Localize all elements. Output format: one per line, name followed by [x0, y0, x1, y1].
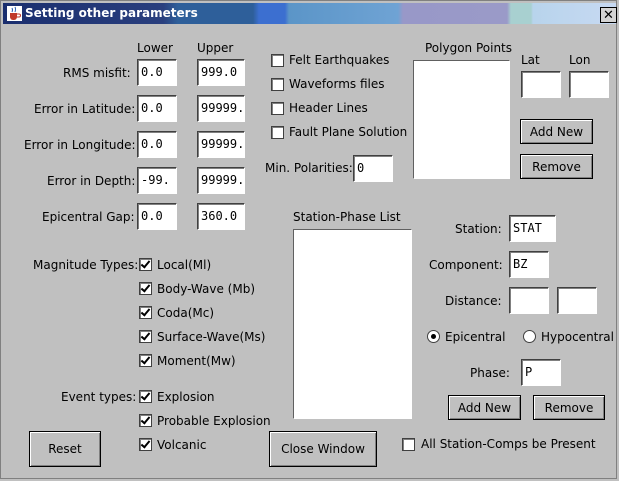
- polygon-remove-button[interactable]: Remove: [520, 154, 593, 179]
- settings-dialog: Setting other parameters ✕ Lower Upper R…: [0, 0, 617, 479]
- all-station-comps-checkbox[interactable]: [402, 438, 415, 451]
- fault-plane-checkbox[interactable]: [271, 126, 284, 139]
- polygon-points-list[interactable]: [413, 60, 510, 179]
- title-bar[interactable]: Setting other parameters ✕: [3, 3, 617, 24]
- event-types-label: Event types:: [61, 390, 137, 404]
- moment-mw-checkbox[interactable]: [139, 354, 152, 367]
- surface-wave-ms-label: Surface-Wave(Ms): [157, 330, 266, 344]
- local-ml-label: Local(Ml): [157, 258, 212, 272]
- coda-mc-label: Coda(Mc): [157, 306, 215, 320]
- window-title: Setting other parameters: [25, 6, 198, 20]
- gap-upper-field[interactable]: 360.0: [197, 203, 245, 230]
- all-station-comps-label: All Station-Comps be Present: [421, 437, 596, 451]
- moment-mw-label: Moment(Mw): [157, 354, 236, 368]
- distance-label: Distance:: [445, 294, 502, 308]
- java-cup-icon: [7, 6, 22, 21]
- volcanic-checkbox[interactable]: [139, 438, 152, 451]
- component-field[interactable]: BZ: [509, 251, 549, 278]
- lon-label: Lon: [569, 53, 591, 67]
- distance-max-field[interactable]: [557, 287, 597, 314]
- lon-field[interactable]: [569, 71, 609, 98]
- longitude-upper-field[interactable]: 99999.: [197, 131, 245, 158]
- polygon-points-title: Polygon Points: [425, 41, 513, 55]
- component-label: Component:: [429, 258, 503, 272]
- min-polarities-field[interactable]: 0: [353, 155, 393, 182]
- close-window-button[interactable]: Close Window: [269, 431, 377, 467]
- felt-earthquakes-checkbox[interactable]: [271, 54, 284, 67]
- error-latitude-label: Error in Latitude:: [34, 102, 136, 116]
- station-field[interactable]: STAT: [509, 215, 556, 242]
- rms-lower-field[interactable]: 0.0: [137, 59, 177, 86]
- longitude-lower-field[interactable]: 0.0: [137, 131, 177, 158]
- epicentral-radio[interactable]: [427, 330, 440, 343]
- rms-misfit-label: RMS misfit:: [63, 66, 131, 80]
- lat-field[interactable]: [521, 71, 561, 98]
- lower-header: Lower: [137, 41, 173, 55]
- latitude-upper-field[interactable]: 99999.: [197, 95, 245, 122]
- depth-upper-field[interactable]: 99999.: [197, 167, 245, 194]
- error-depth-label: Error in Depth:: [47, 174, 136, 188]
- error-longitude-label: Error in Longitude:: [24, 138, 136, 152]
- explosion-checkbox[interactable]: [139, 390, 152, 403]
- close-window-icon[interactable]: ✕: [600, 7, 617, 23]
- gap-lower-field[interactable]: 0.0: [137, 203, 177, 230]
- hypocentral-radio[interactable]: [523, 330, 536, 343]
- volcanic-label: Volcanic: [157, 438, 207, 452]
- polygon-add-button[interactable]: Add New: [520, 119, 593, 144]
- station-phase-title: Station-Phase List: [293, 210, 401, 224]
- lat-label: Lat: [521, 53, 540, 67]
- explosion-label: Explosion: [157, 390, 215, 404]
- min-polarities-label: Min. Polarities:: [265, 161, 353, 175]
- header-lines-checkbox[interactable]: [271, 102, 284, 115]
- magnitude-types-label: Magnitude Types:: [33, 258, 139, 272]
- upper-header: Upper: [197, 41, 234, 55]
- waveforms-files-checkbox[interactable]: [271, 78, 284, 91]
- phase-field[interactable]: P: [521, 359, 561, 386]
- station-phase-list[interactable]: [293, 229, 412, 419]
- latitude-lower-field[interactable]: 0.0: [137, 95, 177, 122]
- body-wave-mb-label: Body-Wave (Mb): [157, 282, 256, 296]
- hypocentral-label: Hypocentral: [541, 330, 614, 344]
- waveforms-files-label: Waveforms files: [289, 77, 385, 91]
- distance-min-field[interactable]: [509, 287, 549, 314]
- fault-plane-label: Fault Plane Solution: [289, 125, 408, 139]
- surface-wave-ms-checkbox[interactable]: [139, 330, 152, 343]
- rms-upper-field[interactable]: 999.0: [197, 59, 245, 86]
- probable-explosion-checkbox[interactable]: [139, 414, 152, 427]
- epicentral-label: Epicentral: [445, 330, 506, 344]
- coda-mc-checkbox[interactable]: [139, 306, 152, 319]
- reset-button[interactable]: Reset: [29, 431, 101, 467]
- phase-label: Phase:: [470, 366, 510, 380]
- depth-lower-field[interactable]: -99.: [137, 167, 177, 194]
- epicentral-gap-label: Epicentral Gap:: [42, 210, 135, 224]
- local-ml-checkbox[interactable]: [139, 258, 152, 271]
- body-wave-mb-checkbox[interactable]: [139, 282, 152, 295]
- probable-explosion-label: Probable Explosion: [157, 414, 271, 428]
- station-label: Station:: [455, 222, 502, 236]
- station-add-button[interactable]: Add New: [448, 395, 521, 420]
- felt-earthquakes-label: Felt Earthquakes: [289, 53, 390, 67]
- header-lines-label: Header Lines: [289, 101, 368, 115]
- station-remove-button[interactable]: Remove: [533, 395, 605, 420]
